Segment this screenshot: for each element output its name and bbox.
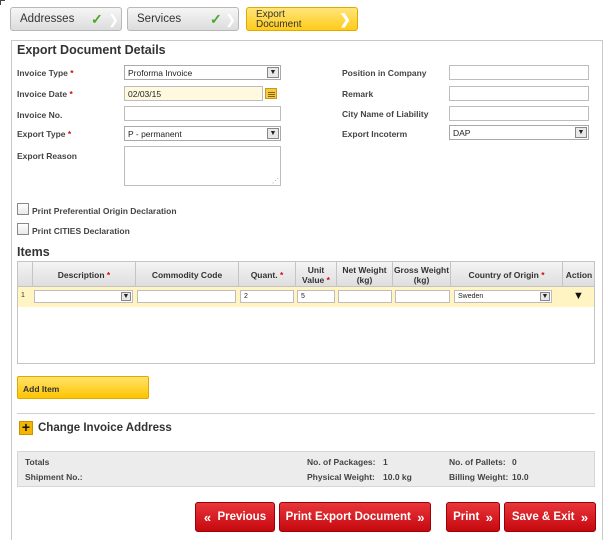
export-type-label: Export Type *: [17, 129, 72, 139]
packages-value: 1: [383, 457, 388, 467]
remark-input[interactable]: [449, 86, 589, 101]
col-country-of-origin: Country of Origin *: [451, 262, 563, 288]
position-input[interactable]: [449, 65, 589, 80]
resize-grip-icon[interactable]: ⋰: [272, 177, 279, 185]
check-icon: ✓: [210, 11, 222, 27]
step-services[interactable]: Services ✓ ❯: [127, 7, 239, 31]
row-number: 1: [21, 292, 25, 299]
double-chevron-left-icon: «: [203, 509, 212, 525]
chevron-right-icon: ❯: [108, 12, 119, 27]
city-liability-label: City Name of Liability: [342, 109, 429, 119]
step-label: Addresses: [20, 13, 75, 25]
incoterm-select[interactable]: DAP ▼: [449, 125, 589, 140]
col-net-weight: Net Weight (kg): [337, 262, 393, 288]
print-export-document-button[interactable]: Print Export Document »: [279, 502, 431, 532]
invoice-type-label: Invoice Type *: [17, 68, 74, 78]
invoice-date-label: Invoice Date *: [17, 89, 73, 99]
plus-icon[interactable]: +: [19, 420, 33, 435]
col-commodity-code: Commodity Code: [136, 262, 239, 288]
chevron-down-icon: ▼: [575, 127, 587, 138]
page-title: Export Document Details: [17, 43, 166, 57]
check-icon: ✓: [91, 11, 103, 27]
quant-input[interactable]: 2: [240, 290, 294, 303]
chevron-right-icon: ❯: [225, 12, 236, 27]
physical-weight-label: Physical Weight:: [307, 472, 375, 482]
items-heading: Items: [17, 245, 50, 259]
step-label: Export Document: [256, 9, 302, 30]
double-chevron-right-icon: »: [485, 509, 493, 525]
chevron-down-icon: ▼: [540, 292, 550, 301]
billing-weight-label: Billing Weight:: [449, 472, 509, 482]
print-cites-checkbox[interactable]: [17, 223, 29, 235]
col-gross-weight: Gross Weight (kg): [393, 262, 451, 288]
divider: [17, 413, 595, 414]
col-description: Description *: [33, 262, 136, 288]
col-unit-value: Unit Value *: [296, 262, 337, 288]
step-addresses[interactable]: Addresses ✓ ❯: [10, 7, 122, 31]
invoice-date-input[interactable]: 02/03/15: [124, 86, 263, 101]
print-cites-label: Print CITIES Declaration: [32, 226, 130, 236]
chevron-right-icon: ❯: [339, 11, 351, 27]
commodity-code-input[interactable]: [137, 290, 236, 303]
table-row: 1 ▼ 2 5 Sweden ▼ ▼: [18, 287, 594, 307]
items-table-body: 1 ▼ 2 5 Sweden ▼ ▼: [17, 287, 595, 364]
double-chevron-right-icon: »: [580, 509, 589, 525]
col-action: Action: [565, 270, 593, 280]
step-label: Services: [137, 13, 182, 25]
incoterm-label: Export Incoterm: [342, 129, 408, 139]
gross-weight-input[interactable]: [395, 290, 450, 303]
net-weight-input[interactable]: [338, 290, 392, 303]
pallets-label: No. of Pallets:: [449, 457, 506, 467]
col-quant: Quant. *: [239, 262, 296, 288]
step-export-document[interactable]: Export Document ❯: [246, 7, 358, 31]
change-invoice-address-link[interactable]: Change Invoice Address: [38, 422, 172, 434]
previous-button[interactable]: « Previous: [195, 502, 275, 532]
unit-value-input[interactable]: 5: [297, 290, 335, 303]
invoice-type-select[interactable]: Proforma Invoice ▼: [124, 65, 281, 80]
city-liability-input[interactable]: [449, 106, 589, 121]
billing-weight-value: 10.0: [512, 472, 529, 482]
print-preferential-checkbox[interactable]: [17, 203, 29, 215]
add-item-button[interactable]: Add Item: [17, 376, 149, 399]
country-of-origin-select[interactable]: Sweden ▼: [454, 290, 552, 303]
print-button[interactable]: Print »: [446, 502, 500, 532]
totals-label: Totals: [25, 457, 50, 467]
export-reason-label: Export Reason: [17, 151, 77, 161]
items-table-header: Description * Commodity Code Quant. * Un…: [17, 261, 595, 288]
packages-label: No. of Packages:: [307, 457, 376, 467]
chevron-down-icon: ▼: [121, 292, 131, 301]
export-reason-textarea[interactable]: ⋰: [124, 146, 281, 186]
export-type-select[interactable]: P - permanent ▼: [124, 126, 281, 141]
chevron-down-icon: ▼: [267, 67, 279, 78]
invoice-no-label: Invoice No.: [17, 110, 63, 120]
position-label: Position in Company: [342, 68, 427, 78]
row-action-dropdown-icon[interactable]: ▼: [573, 290, 584, 302]
double-chevron-right-icon: »: [417, 509, 425, 525]
col-num: [18, 262, 33, 288]
print-preferential-label: Print Preferential Origin Declaration: [32, 206, 177, 216]
physical-weight-value: 10.0 kg: [383, 472, 412, 482]
chevron-down-icon: ▼: [267, 128, 279, 139]
calendar-icon[interactable]: [265, 88, 277, 99]
remark-label: Remark: [342, 89, 374, 99]
save-exit-button[interactable]: Save & Exit »: [504, 502, 596, 532]
invoice-no-input[interactable]: [124, 106, 281, 121]
totals-box: Totals Shipment No.: No. of Packages: 1 …: [17, 451, 595, 487]
description-select[interactable]: ▼: [34, 290, 133, 303]
shipment-no-label: Shipment No.:: [25, 472, 83, 482]
pallets-value: 0: [512, 457, 517, 467]
wizard-steps: Addresses ✓ ❯ Services ✓ ❯ Export Docume…: [0, 0, 615, 34]
